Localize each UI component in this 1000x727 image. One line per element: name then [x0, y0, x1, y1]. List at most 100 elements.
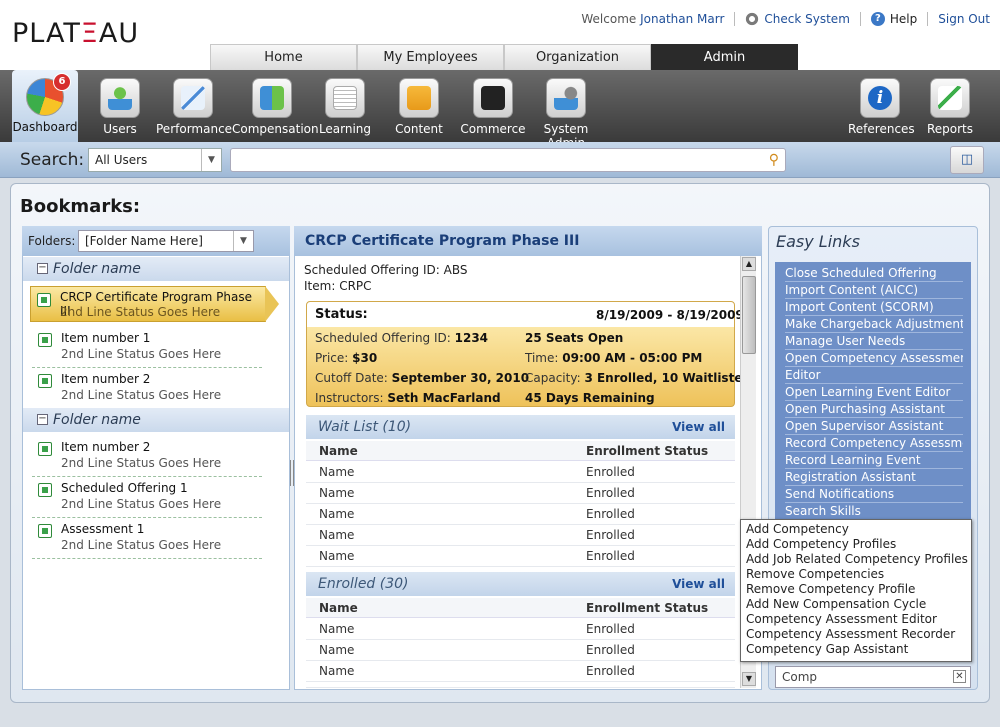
enrolled-view-all-link[interactable]: View all	[672, 572, 725, 596]
easy-link[interactable]: Editor	[785, 367, 963, 384]
nav-reports[interactable]: Reports	[920, 70, 980, 142]
reports-icon	[930, 78, 970, 118]
bookmark-title: Scheduled Offering 1	[61, 481, 188, 495]
folder-select[interactable]: [Folder Name Here] ▼	[78, 230, 254, 252]
table-row[interactable]: Name Enrolled	[306, 504, 735, 525]
nav-label: Content	[395, 122, 443, 136]
tab-admin[interactable]: Admin	[651, 44, 798, 70]
autocomplete-item[interactable]: Add New Compensation Cycle	[746, 597, 926, 612]
nav-commerce[interactable]: Commerce	[460, 70, 526, 142]
col-enrollment-status[interactable]: Enrollment Status	[586, 601, 708, 615]
offering-id-line: Scheduled Offering ID: ABS	[304, 263, 467, 277]
table-row[interactable]: Name Enrolled	[306, 640, 735, 661]
nav-learning[interactable]: Learning	[316, 70, 374, 142]
nav-performance[interactable]: Performance	[156, 70, 232, 142]
autocomplete-item[interactable]: Remove Competencies	[746, 567, 884, 582]
search-icon[interactable]: ⚲	[769, 152, 779, 168]
nav-compensation[interactable]: Compensation	[232, 70, 319, 142]
folder-header[interactable]: − Folder name	[23, 257, 289, 281]
col-enrollment-status[interactable]: Enrollment Status	[586, 444, 708, 458]
bookmark-item[interactable]: Item number 1 2nd Line Status Goes Here	[32, 327, 262, 368]
nav-content[interactable]: Content	[388, 70, 450, 142]
user-name-link[interactable]: Jonathan Marr	[640, 12, 724, 26]
detail-title: CRCP Certificate Program Phase III	[294, 226, 762, 256]
easy-link[interactable]: Registration Assistant	[785, 469, 963, 486]
nav-dashboard[interactable]: 6 Dashboard	[12, 70, 78, 142]
chevron-down-icon: ▼	[201, 149, 221, 171]
nav-references[interactable]: i References	[848, 70, 915, 142]
bookmark-status: 2nd Line Status Goes Here	[61, 388, 222, 402]
help-link[interactable]: Help	[890, 12, 917, 26]
easy-link[interactable]: Record Competency Assessment	[785, 435, 963, 452]
waitlist-title: Wait List (10)	[318, 419, 412, 435]
scroll-down-icon[interactable]: ▼	[742, 672, 756, 686]
bookmark-title: Item number 2	[61, 440, 151, 454]
table-row[interactable]: Name Enrolled	[306, 619, 735, 640]
autocomplete-item[interactable]: Competency Assessment Recorder	[746, 627, 955, 642]
easy-link[interactable]: Open Learning Event Editor	[785, 384, 963, 401]
status-time: Time: 09:00 AM - 05:00 PM	[525, 351, 703, 365]
bookmark-item[interactable]: CRCP Certificate Program Phase III 2nd Li…	[30, 286, 279, 322]
col-name[interactable]: Name	[319, 444, 358, 458]
users-icon	[100, 78, 140, 118]
advanced-search-button[interactable]: ◫	[950, 146, 984, 174]
table-row[interactable]: Name Enrolled	[306, 525, 735, 546]
top-links: Welcome Jonathan Marr Check System ? Help…	[581, 12, 990, 26]
waitlist-view-all-link[interactable]: View all	[672, 415, 725, 439]
table-row[interactable]: Name Enrolled	[306, 661, 735, 682]
autocomplete-item[interactable]: Remove Competency Profile	[746, 582, 915, 597]
easy-link[interactable]: Import Content (AICC)	[785, 282, 963, 299]
easy-link[interactable]: Close Scheduled Offering	[785, 265, 963, 282]
tab-my-employees[interactable]: My Employees	[357, 44, 504, 70]
scroll-thumb[interactable]	[742, 276, 756, 354]
tab-organization[interactable]: Organization	[504, 44, 651, 70]
easy-link[interactable]: Manage User Needs	[785, 333, 963, 350]
tab-home[interactable]: Home	[210, 44, 357, 70]
folder-header[interactable]: − Folder name	[23, 408, 289, 432]
table-row[interactable]: Name Enrolled	[306, 462, 735, 483]
easy-link[interactable]: Open Supervisor Assistant	[785, 418, 963, 435]
check-system-link[interactable]: Check System	[764, 12, 849, 26]
easy-link[interactable]: Open Competency Assessment	[785, 350, 963, 367]
easy-link[interactable]: Record Learning Event	[785, 452, 963, 469]
folders-label: Folders:	[28, 234, 76, 248]
table-row[interactable]: Name Enrolled	[306, 483, 735, 504]
nav-users[interactable]: Users	[88, 70, 152, 142]
nav-system-admin[interactable]: System Admin	[526, 70, 606, 150]
easy-link[interactable]: Import Content (SCORM)	[785, 299, 963, 316]
autocomplete-item[interactable]: Competency Assessment Editor	[746, 612, 937, 627]
nav-label: Learning	[318, 122, 372, 136]
bookmark-item[interactable]: Item number 2 2nd Line Status Goes Here	[32, 368, 262, 409]
easy-link[interactable]: Open Purchasing Assistant	[785, 401, 963, 418]
autocomplete-item[interactable]: Add Job Related Competency Profiles	[746, 552, 968, 567]
plateau-logo[interactable]: PLATΞAU	[12, 18, 139, 49]
status-price: Price: $30	[315, 351, 378, 365]
chevron-down-icon: ▼	[233, 231, 253, 251]
status-label: Status:	[315, 307, 368, 322]
info-icon: i	[860, 78, 900, 118]
clear-icon[interactable]: ✕	[953, 670, 966, 683]
sign-out-link[interactable]: Sign Out	[938, 12, 990, 26]
col-name[interactable]: Name	[319, 601, 358, 615]
autocomplete-item[interactable]: Add Competency	[746, 522, 849, 537]
collapse-icon[interactable]: −	[37, 414, 48, 425]
bookmark-status: 2nd Line Status Goes Here	[61, 456, 222, 470]
bookmark-item[interactable]: Item number 2 2nd Line Status Goes Here	[32, 436, 262, 477]
system-admin-icon	[546, 78, 586, 118]
search-scope-select[interactable]: All Users ▼	[88, 148, 222, 172]
easy-link[interactable]: Make Chargeback Adjustment	[785, 316, 963, 333]
collapse-icon[interactable]: −	[37, 263, 48, 274]
bookmark-item[interactable]: Scheduled Offering 1 2nd Line Status Goes…	[32, 477, 262, 518]
folder-name: Folder name	[53, 261, 141, 277]
autocomplete-item[interactable]: Competency Gap Assistant	[746, 642, 908, 657]
easy-link[interactable]: Search Skills	[785, 503, 963, 520]
table-row[interactable]: Name Enrolled	[306, 546, 735, 567]
table-row[interactable]	[306, 682, 735, 688]
search-input[interactable]: ⚲	[230, 148, 786, 172]
bookmark-icon	[38, 333, 52, 347]
autocomplete-item[interactable]: Add Competency Profiles	[746, 537, 896, 552]
easy-links-filter-input[interactable]: Comp ✕	[775, 666, 971, 688]
easy-link[interactable]: Send Notifications	[785, 486, 963, 503]
scroll-up-icon[interactable]: ▲	[742, 257, 756, 271]
bookmark-item[interactable]: Assessment 1 2nd Line Status Goes Here	[32, 518, 262, 559]
